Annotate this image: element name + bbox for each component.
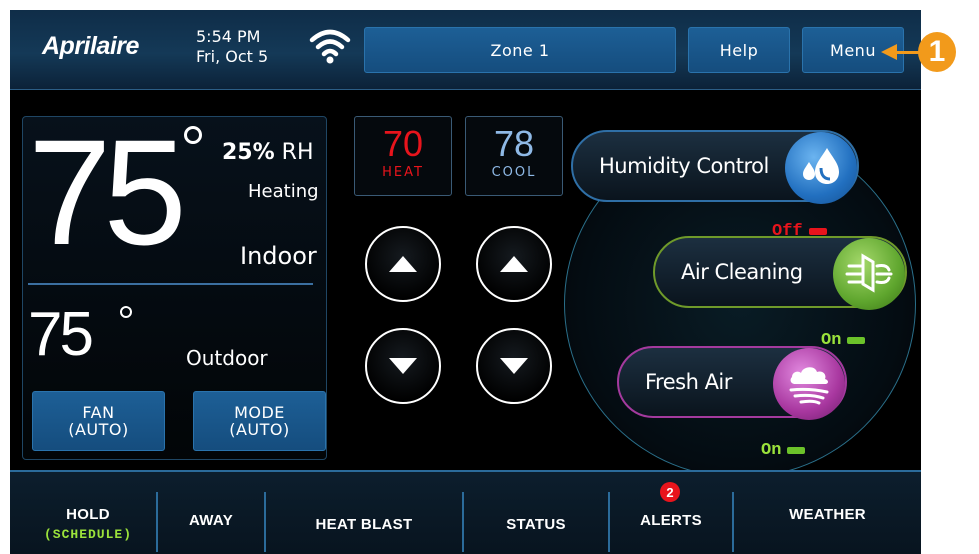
mode-button[interactable]: MODE (AUTO)	[193, 391, 326, 451]
indoor-label: Indoor	[240, 242, 317, 270]
away-label: AWAY	[189, 512, 233, 529]
arrow-up-icon	[389, 256, 417, 272]
alerts-count-badge: 2	[660, 482, 680, 502]
fan-label: FAN	[82, 403, 115, 422]
arrow-up-icon	[500, 256, 528, 272]
cool-down-button[interactable]	[476, 328, 552, 404]
heat-blast-button[interactable]: HEAT BLAST	[266, 472, 462, 554]
cool-setpoint-value: 78	[493, 123, 535, 164]
degree-symbol-small	[120, 306, 132, 318]
weather-button[interactable]: WEATHER	[734, 472, 921, 554]
clock-date: Fri, Oct 5	[196, 47, 269, 66]
arrow-down-icon	[500, 358, 528, 374]
status-indicator	[808, 228, 827, 235]
air-filter-icon	[833, 238, 905, 310]
clock-time: 5:54 PM	[196, 27, 261, 46]
mode-value: (AUTO)	[229, 420, 290, 439]
status-indicator	[787, 447, 806, 454]
status-indicator	[847, 337, 866, 344]
callout-arrow	[881, 44, 897, 60]
callout-line	[896, 51, 920, 54]
cool-setpoint-label: COOL	[491, 165, 537, 180]
humidity-control-button[interactable]: Humidity Control	[571, 130, 859, 204]
brand-logo: Aprilaire	[42, 32, 139, 60]
wifi-icon	[309, 29, 351, 64]
heat-up-button[interactable]	[365, 226, 441, 302]
help-button[interactable]: Help	[688, 27, 790, 73]
cool-up-button[interactable]	[476, 226, 552, 302]
status-button[interactable]: STATUS	[464, 472, 608, 554]
air-cleaning-button[interactable]: Air Cleaning	[653, 236, 907, 310]
mode-label: MODE	[234, 403, 285, 422]
callout-badge: 1	[918, 32, 956, 72]
outdoor-temperature: 75	[28, 300, 94, 369]
fan-button[interactable]: FAN (AUTO)	[32, 391, 165, 451]
humidity-value: 25%	[222, 140, 275, 165]
zone-button[interactable]: Zone 1	[364, 27, 676, 73]
alerts-label: ALERTS	[640, 512, 702, 529]
arrow-down-icon	[389, 358, 417, 374]
heat-setpoint-value: 70	[382, 123, 424, 164]
system-status: Heating	[248, 181, 319, 202]
fresh-air-button[interactable]: Fresh Air	[617, 346, 847, 420]
heat-setpoint-label: HEAT	[382, 165, 424, 180]
hold-sublabel: (SCHEDULE)	[43, 527, 132, 542]
status-label: STATUS	[506, 516, 566, 533]
hold-button[interactable]: HOLD (SCHEDULE)	[20, 472, 156, 554]
hold-label: HOLD	[66, 506, 110, 523]
humidity-control-label: Humidity Control	[599, 154, 769, 178]
heat-setpoint[interactable]: 70 HEAT	[354, 116, 452, 196]
away-button[interactable]: AWAY	[158, 472, 264, 554]
air-cleaning-label: Air Cleaning	[681, 260, 803, 284]
indoor-temperature: 75	[28, 108, 187, 276]
water-drops-icon	[785, 132, 857, 204]
humidity-unit: RH	[281, 140, 314, 165]
clock: 5:54 PM Fri, Oct 5	[196, 27, 268, 67]
outdoor-label: Outdoor	[186, 346, 268, 370]
degree-symbol	[184, 126, 202, 144]
fresh-air-status: On	[761, 441, 806, 460]
fresh-air-label: Fresh Air	[645, 370, 732, 394]
panel-divider	[28, 283, 313, 285]
cool-setpoint[interactable]: 78 COOL	[465, 116, 563, 196]
heat-blast-label: HEAT BLAST	[315, 516, 413, 533]
fan-value: (AUTO)	[68, 420, 129, 439]
bottom-nav: HOLD (SCHEDULE) AWAY HEAT BLAST STATUS A…	[10, 470, 921, 554]
top-bar: Aprilaire 5:54 PM Fri, Oct 5 Zone 1 Help…	[10, 10, 921, 90]
heat-down-button[interactable]	[365, 328, 441, 404]
cloud-wind-icon	[773, 348, 845, 420]
weather-label: WEATHER	[789, 506, 866, 523]
humidity-readout: 25% RH	[222, 140, 314, 165]
fresh-air-status-text: On	[761, 441, 782, 460]
